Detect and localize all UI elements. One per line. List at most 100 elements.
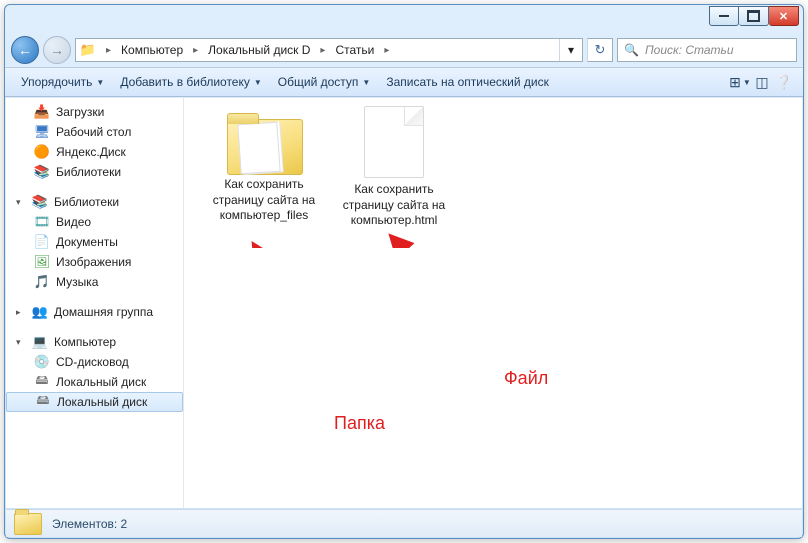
titlebar	[5, 5, 803, 33]
refresh-icon: ↻	[595, 42, 606, 58]
tree-label: Документы	[56, 235, 118, 249]
tree-local-disk-2[interactable]: 🖴 Локальный диск	[6, 392, 183, 412]
window-controls	[709, 6, 799, 26]
annotation-file-label: Файл	[504, 368, 548, 389]
status-bar: Элементов: 2	[6, 509, 802, 537]
tree-label: Библиотеки	[54, 195, 119, 209]
close-button[interactable]	[769, 6, 799, 26]
share-label: Общий доступ	[278, 75, 359, 89]
yandex-disk-icon: 🟠	[34, 144, 50, 160]
expander-icon[interactable]: ▸	[16, 307, 26, 318]
pane-icon: ◫	[755, 74, 768, 91]
tree-homegroup-header[interactable]: ▸ 👥 Домашняя группа	[6, 302, 183, 322]
status-text: Элементов: 2	[52, 517, 127, 531]
tree-label: Библиотеки	[56, 165, 121, 179]
breadcrumb-bar[interactable]: 📁 ▸ Компьютер ▸ Локальный диск D ▸ Стать…	[75, 38, 583, 62]
folder-icon	[14, 513, 42, 535]
chevron-right-icon: ▸	[382, 45, 391, 56]
tree-label: Компьютер	[54, 335, 116, 349]
tree-libraries-header[interactable]: ▾ 📚 Библиотеки	[6, 192, 183, 212]
main-area: 📥 Загрузки 🖥 Рабочий стол 🟠 Яндекс.Диск …	[6, 98, 802, 508]
tree-desktop[interactable]: 🖥 Рабочий стол	[6, 122, 183, 142]
arrow-right-icon: →	[50, 42, 64, 58]
add-to-library-button[interactable]: Добавить в библиотеку ▼	[112, 71, 269, 93]
breadcrumb-folder[interactable]: Статьи	[327, 39, 382, 61]
tree-cd-drive[interactable]: 💿 CD-дисковод	[6, 352, 183, 372]
chevron-down-icon: ▼	[743, 78, 751, 87]
tree-label: Изображения	[56, 255, 131, 269]
tree-documents[interactable]: 📄 Документы	[6, 232, 183, 252]
help-button[interactable]: ❔	[773, 71, 795, 93]
share-button[interactable]: Общий доступ ▼	[270, 71, 379, 93]
annotation-folder-label: Папка	[334, 413, 385, 434]
search-icon: 🔍	[624, 43, 639, 57]
organize-button[interactable]: Упорядочить ▼	[13, 71, 112, 93]
breadcrumb-drive[interactable]: Локальный диск D	[200, 39, 318, 61]
tree-label: Локальный диск	[56, 375, 146, 389]
chevron-down-icon: ▼	[96, 78, 104, 87]
breadcrumb-computer[interactable]: Компьютер	[113, 39, 191, 61]
tree-music[interactable]: 🎵 Музыка	[6, 272, 183, 292]
view-options-button[interactable]: ⊞ ▼	[729, 71, 751, 93]
content-pane[interactable]: Как сохранить страницу сайта на компьюте…	[184, 98, 802, 508]
breadcrumb-folder-icon[interactable]: 📁	[76, 39, 104, 61]
drive-icon: 🖴	[34, 374, 50, 390]
nav-pane[interactable]: 📥 Загрузки 🖥 Рабочий стол 🟠 Яндекс.Диск …	[6, 98, 184, 508]
drive-icon: 🖴	[35, 394, 51, 410]
libraries-icon: 📚	[34, 164, 50, 180]
item-folder[interactable]: Как сохранить страницу сайта на компьюте…	[204, 113, 324, 224]
organize-label: Упорядочить	[21, 75, 92, 89]
arrow-left-icon: ←	[18, 42, 32, 58]
homegroup-icon: 👥	[32, 304, 48, 320]
burn-button[interactable]: Записать на оптический диск	[378, 71, 557, 93]
toolbar: Упорядочить ▼ Добавить в библиотеку ▼ Об…	[5, 67, 803, 97]
chevron-down-icon: ▼	[362, 78, 370, 87]
documents-icon: 📄	[34, 234, 50, 250]
folder-icon: 📁	[80, 42, 96, 58]
tree-label: Локальный диск	[57, 395, 147, 409]
folder-icon	[225, 113, 303, 173]
tree-yandex-disk[interactable]: 🟠 Яндекс.Диск	[6, 142, 183, 162]
tree-label: CD-дисковод	[56, 355, 129, 369]
add-to-library-label: Добавить в библиотеку	[120, 75, 250, 89]
search-placeholder: Поиск: Статьи	[645, 43, 734, 57]
refresh-button[interactable]: ↻	[587, 38, 613, 62]
tree-pictures[interactable]: 🖼 Изображения	[6, 252, 183, 272]
burn-label: Записать на оптический диск	[386, 75, 549, 89]
cd-icon: 💿	[34, 354, 50, 370]
downloads-icon: 📥	[34, 104, 50, 120]
view-icon: ⊞	[729, 74, 741, 91]
tree-local-disk-1[interactable]: 🖴 Локальный диск	[6, 372, 183, 392]
tree-label: Видео	[56, 215, 91, 229]
computer-icon: 💻	[32, 334, 48, 350]
tree-downloads[interactable]: 📥 Загрузки	[6, 102, 183, 122]
breadcrumb-dropdown[interactable]: ▾	[559, 39, 582, 61]
pictures-icon: 🖼	[34, 254, 50, 270]
expander-icon[interactable]: ▾	[16, 337, 26, 348]
expander-icon[interactable]: ▾	[16, 197, 26, 208]
search-input[interactable]: 🔍 Поиск: Статьи	[617, 38, 797, 62]
music-icon: 🎵	[34, 274, 50, 290]
tree-label: Яндекс.Диск	[56, 145, 126, 159]
back-button[interactable]: ←	[11, 36, 39, 64]
item-file[interactable]: Как сохранить страницу сайта на компьюте…	[334, 106, 454, 229]
tree-computer-header[interactable]: ▾ 💻 Компьютер	[6, 332, 183, 352]
tree-libraries-shortcut[interactable]: 📚 Библиотеки	[6, 162, 183, 182]
maximize-button[interactable]	[739, 6, 769, 26]
chevron-right-icon: ▸	[191, 45, 200, 56]
forward-button[interactable]: →	[43, 36, 71, 64]
tree-label: Домашняя группа	[54, 305, 153, 319]
item-label: Как сохранить страницу сайта на компьюте…	[204, 177, 324, 224]
item-label: Как сохранить страницу сайта на компьюте…	[334, 182, 454, 229]
chevron-down-icon: ▼	[254, 78, 262, 87]
preview-pane-button[interactable]: ◫	[751, 71, 773, 93]
chevron-right-icon: ▸	[104, 45, 113, 56]
libraries-icon: 📚	[32, 194, 48, 210]
tree-label: Рабочий стол	[56, 125, 131, 139]
tree-video[interactable]: 🎞 Видео	[6, 212, 183, 232]
nav-row: ← → 📁 ▸ Компьютер ▸ Локальный диск D ▸ С…	[5, 33, 803, 67]
tree-label: Загрузки	[56, 105, 104, 119]
minimize-button[interactable]	[709, 6, 739, 26]
tree-label: Музыка	[56, 275, 98, 289]
desktop-icon: 🖥	[34, 124, 50, 140]
